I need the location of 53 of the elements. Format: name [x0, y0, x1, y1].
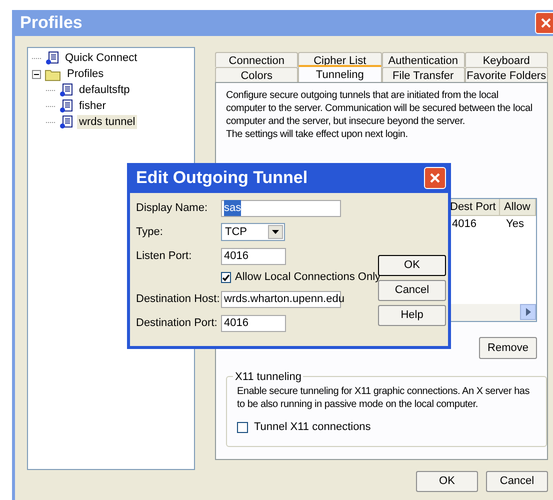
tab[interactable]: Authentication: [382, 52, 465, 67]
description-text: The settings will take effect upon next login.: [226, 128, 409, 141]
document-icon: [59, 83, 73, 97]
tab[interactable]: Keyboard: [464, 52, 548, 67]
table-cell-text: Yes: [505, 217, 525, 230]
right-arrow-icon: [526, 308, 530, 316]
check-icon: [222, 274, 230, 282]
tree-item[interactable]: Quick Connect: [63, 51, 140, 65]
field-label: Destination Port:: [136, 316, 218, 331]
push-button[interactable]: Cancel: [378, 280, 446, 301]
close-icon: [429, 172, 441, 184]
push-button[interactable]: Remove: [479, 337, 537, 359]
field-label: Listen Port:: [136, 248, 193, 264]
text-field[interactable]: sas: [221, 200, 341, 216]
folder-icon: [45, 68, 61, 80]
tab[interactable]: Connection: [215, 52, 298, 67]
close-icon: [541, 18, 551, 28]
field-label: Destination Host:: [136, 292, 218, 307]
tree-item[interactable]: Profiles: [65, 67, 106, 81]
push-button[interactable]: OK: [416, 471, 478, 492]
description-text: Enable secure tunneling for X11 graphic connections. An X server has to be also running in passive mode on the local computer.: [237, 385, 530, 411]
tree-item[interactable]: defaultsftp: [77, 83, 132, 97]
type-dropdown[interactable]: TCP: [221, 223, 285, 241]
dialog-title: Edit Outgoing Tunnel: [136, 167, 308, 190]
document-icon: [59, 99, 73, 113]
tab[interactable]: Tunneling: [298, 65, 382, 82]
text-field[interactable]: 4016: [221, 314, 286, 332]
window-title: Profiles: [20, 12, 82, 34]
checkbox-label: Allow Local Connections Only: [235, 270, 381, 286]
tab[interactable]: Colors: [215, 67, 298, 82]
document-icon: [45, 51, 59, 65]
push-button[interactable]: OK: [378, 255, 446, 276]
document-icon: [59, 115, 73, 129]
tab[interactable]: File Transfer: [382, 67, 465, 82]
checkbox-label: Tunnel X11 connections: [254, 420, 371, 435]
close-button[interactable]: [424, 167, 446, 189]
table-cell-text: 4016: [451, 217, 478, 230]
push-button[interactable]: Help: [378, 305, 446, 326]
tree-item[interactable]: wrds tunnel: [77, 115, 138, 129]
collapse-toggle[interactable]: [32, 70, 41, 78]
group-title: X11 tunneling: [233, 369, 304, 386]
column-header[interactable]: Allow: [500, 199, 536, 216]
text-field[interactable]: 4016: [221, 248, 286, 264]
field-label: Display Name:: [136, 200, 209, 216]
close-button[interactable]: [535, 12, 553, 34]
field-label: Type:: [136, 224, 164, 240]
description-text: Configure secure outgoing tunnels that are initiated from the local computer to the server. Communication will be secured between the local computer and the server, but insecure beyond the server.: [226, 89, 534, 128]
push-button[interactable]: Cancel: [486, 471, 548, 492]
dropdown-arrow-icon: [272, 230, 279, 234]
tab[interactable]: Favorite Folders: [464, 67, 548, 82]
checkbox[interactable]: [221, 272, 231, 283]
tree-item[interactable]: fisher: [77, 99, 108, 113]
checkbox[interactable]: [237, 422, 248, 433]
